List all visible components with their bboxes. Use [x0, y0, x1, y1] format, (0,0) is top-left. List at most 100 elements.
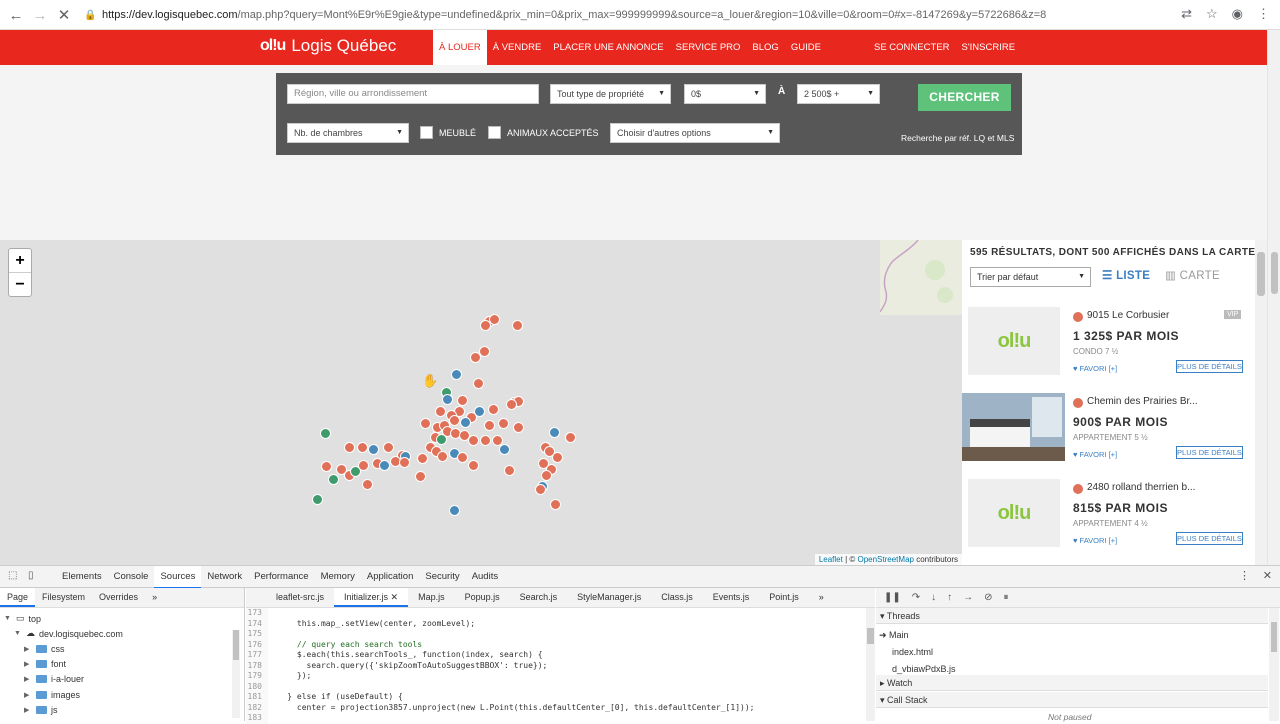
nav-item[interactable]: SERVICE PRO — [670, 30, 747, 65]
pause-on-exceptions-icon[interactable]: ⏸ — [1004, 592, 1009, 603]
debugger-scrollbar[interactable] — [1269, 608, 1279, 721]
close-devtools-icon[interactable]: ✕ — [1263, 569, 1272, 582]
map-marker-red[interactable] — [383, 442, 394, 453]
view-map-toggle[interactable]: ▥ CARTE — [1165, 268, 1220, 282]
map-marker-red[interactable] — [321, 461, 332, 472]
map-marker-red[interactable] — [480, 435, 491, 446]
line-number[interactable]: 177 — [246, 650, 268, 661]
favorite-button[interactable]: ♥ FAVORI [+] — [1073, 536, 1117, 545]
code-line[interactable]: 178 search.query({'skipZoomToAutoSuggest… — [246, 660, 866, 671]
line-number[interactable]: 174 — [246, 618, 268, 629]
tree-item[interactable]: ▼ ☁ dev.logisquebec.com — [14, 628, 123, 639]
map-marker-blue[interactable] — [451, 369, 462, 380]
devtools-tab-network[interactable]: Network — [201, 566, 248, 589]
map-marker-red[interactable] — [358, 460, 369, 471]
thread-item[interactable]: index.html — [892, 647, 933, 657]
listing-title[interactable]: 9015 Le Corbusier — [1087, 310, 1169, 321]
tree-item[interactable]: ▶ js — [24, 705, 58, 715]
leaflet-link[interactable]: Leaflet — [819, 555, 843, 564]
map-marker-red[interactable] — [468, 460, 479, 471]
listing-title[interactable]: 2480 rolland therrien b... — [1087, 482, 1195, 493]
map-marker-red[interactable] — [473, 378, 484, 389]
map-marker-blue[interactable] — [442, 394, 453, 405]
browser-menu-icon[interactable]: ⋮ — [1257, 6, 1270, 22]
address-bar[interactable]: 🔒 https://dev.logisquebec.com/map.php?qu… — [84, 4, 1224, 26]
file-tab[interactable]: StyleManager.js — [567, 588, 651, 607]
map-marker-red[interactable] — [457, 452, 468, 463]
thread-item[interactable]: d_vbiawPdxB.js — [892, 664, 956, 674]
map-marker-red[interactable] — [506, 399, 517, 410]
map-marker-red[interactable] — [470, 352, 481, 363]
collapsed-arrow-icon[interactable]: ▶ — [24, 645, 32, 653]
devtools-tab-elements[interactable]: Elements — [56, 566, 108, 589]
view-list-toggle[interactable]: ☰ LISTE — [1102, 268, 1150, 282]
map-marker-green[interactable] — [320, 428, 331, 439]
inspect-element-icon[interactable]: ⬚ — [8, 570, 17, 581]
collapsed-arrow-icon[interactable]: ▶ — [24, 691, 32, 699]
map-marker-red[interactable] — [468, 435, 479, 446]
listing-photo[interactable] — [962, 393, 1065, 461]
search-button[interactable]: CHERCHER — [918, 84, 1011, 111]
stop-icon[interactable]: ✕ — [52, 3, 76, 27]
listing-card[interactable]: ol!u 9015 Le Corbusier VIP 1 325$ PAR MOIS C… — [962, 307, 1255, 391]
devtools-tab-security[interactable]: Security — [419, 566, 465, 589]
details-button[interactable]: PLUS DE DÉTAILS — [1176, 360, 1243, 373]
watch-section-header[interactable]: ▸ Watch — [876, 675, 1268, 691]
line-number[interactable]: 179 — [246, 671, 268, 682]
navigator-scrollbar[interactable] — [232, 630, 240, 718]
file-tab[interactable]: Events.js — [703, 588, 760, 607]
bookmark-star-icon[interactable]: ☆ — [1206, 6, 1218, 22]
file-tab[interactable]: Point.js — [759, 588, 809, 607]
code-line[interactable]: 175 — [246, 629, 866, 640]
zoom-out-button[interactable]: − — [9, 273, 31, 297]
map-marker-red[interactable] — [565, 432, 576, 443]
map-marker-red[interactable] — [357, 442, 368, 453]
map-marker-red[interactable] — [488, 404, 499, 415]
map-marker-blue[interactable] — [549, 427, 560, 438]
code-line[interactable]: 177 $.each(this.searchTools_, function(i… — [246, 650, 866, 661]
line-number[interactable]: 182 — [246, 702, 268, 713]
file-tab[interactable]: Map.js — [408, 588, 455, 607]
signup-link[interactable]: S'INSCRIRE — [955, 30, 1021, 65]
tree-item[interactable]: ▼ ▭ top — [4, 613, 41, 624]
price-max-select[interactable]: 2 500$ + ▼ — [797, 84, 880, 104]
map-marker-red[interactable] — [399, 457, 410, 468]
file-tab[interactable]: Initializer.js ✕ — [334, 588, 409, 607]
file-tab[interactable]: Search.js — [510, 588, 568, 607]
map-marker-red[interactable] — [457, 395, 468, 406]
map-marker-red[interactable] — [498, 418, 509, 429]
pets-checkbox[interactable] — [488, 126, 501, 139]
expand-arrow-icon[interactable]: ▼ — [14, 630, 22, 637]
nav-item[interactable]: PLACER UNE ANNONCE — [547, 30, 669, 65]
thread-item[interactable]: ➜ Main — [879, 630, 909, 641]
map-marker-red[interactable] — [437, 451, 448, 462]
code-line[interactable]: 183 — [246, 713, 866, 724]
devtools-tab-memory[interactable]: Memory — [315, 566, 361, 589]
forward-icon[interactable]: → — [28, 3, 52, 27]
login-link[interactable]: SE CONNECTER — [868, 30, 955, 65]
editor-scrollbar[interactable] — [866, 608, 875, 721]
zoom-in-button[interactable]: + — [9, 249, 31, 273]
results-scrollbar[interactable] — [1255, 240, 1267, 565]
devtools-menu-icon[interactable]: ⋮ — [1239, 569, 1250, 582]
devtools-tab-performance[interactable]: Performance — [248, 566, 314, 589]
collapsed-arrow-icon[interactable]: ▶ — [24, 675, 32, 683]
map-marker-red[interactable] — [550, 499, 561, 510]
listings-map[interactable]: + − ✋ Leaflet | © OpenStreetMap contribu… — [0, 240, 962, 565]
collapsed-arrow-icon[interactable]: ▶ — [24, 660, 32, 668]
tree-item[interactable]: ▶ images — [24, 690, 80, 700]
tree-item[interactable]: ▶ css — [24, 644, 65, 654]
listing-title[interactable]: Chemin des Prairies Br... — [1087, 396, 1198, 407]
map-marker-red[interactable] — [420, 418, 431, 429]
tree-item[interactable]: ▶ font — [24, 659, 66, 669]
map-marker-red[interactable] — [435, 406, 446, 417]
line-number[interactable]: 175 — [246, 629, 268, 640]
listing-card[interactable]: ol!u 2480 rolland therrien b... 815$ PAR M… — [962, 479, 1255, 563]
map-marker-red[interactable] — [513, 422, 524, 433]
device-toggle-icon[interactable]: ▯ — [28, 570, 34, 581]
file-tab[interactable]: Popup.js — [455, 588, 510, 607]
line-number[interactable]: 178 — [246, 660, 268, 671]
bedrooms-select[interactable]: Nb. de chambres ▼ — [287, 123, 409, 143]
translate-icon[interactable]: ⇄ — [1181, 6, 1192, 22]
more-files-icon[interactable]: » — [809, 588, 834, 607]
